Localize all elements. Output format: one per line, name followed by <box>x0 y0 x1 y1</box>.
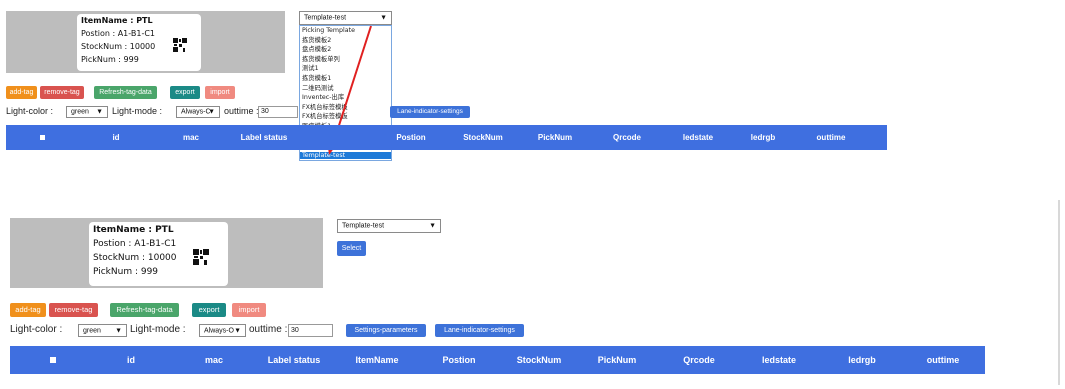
preview-stock-num: StockNum : 10000 <box>93 253 177 263</box>
light-mode-select-bottom[interactable]: Always-O ▼ <box>199 324 246 337</box>
column-header-stocknum: StockNum <box>516 355 562 365</box>
template-select-value: Template-test <box>342 222 385 230</box>
add-tag-button[interactable]: add-tag <box>6 86 37 99</box>
export-button[interactable]: export <box>170 86 200 99</box>
column-header-picknum: PickNum <box>537 133 573 142</box>
light-mode-select-top[interactable]: Always-C ▼ <box>176 106 220 118</box>
preview-pick-num: PickNum : 999 <box>93 267 159 277</box>
light-color-value: green <box>83 327 101 334</box>
remove-tag-button[interactable]: remove-tag <box>49 303 98 317</box>
light-color-label: Light-color : <box>6 106 54 116</box>
column-header-id: id <box>112 133 120 142</box>
light-color-select-top[interactable]: green ▼ <box>66 106 108 118</box>
column-header-stocknum: StockNum <box>463 133 503 142</box>
light-mode-label: Light-mode : <box>112 106 163 116</box>
preview-stock-num: StockNum : 10000 <box>81 42 156 51</box>
lane-indicator-settings-button-top[interactable]: Lane-indicator-settings <box>390 106 470 118</box>
column-header-label-status: Label status <box>240 133 288 142</box>
column-header-mac: mac <box>182 133 199 142</box>
qrcode-icon <box>173 38 187 52</box>
scrollbar[interactable] <box>1058 200 1060 385</box>
select-all-checkbox[interactable] <box>40 135 45 140</box>
column-header-id: id <box>127 355 135 365</box>
import-button[interactable]: import <box>232 303 266 317</box>
remove-tag-button[interactable]: remove-tag <box>40 86 84 99</box>
lane-indicator-settings-button-bottom[interactable]: Lane-indicator-settings <box>435 324 524 337</box>
light-color-label: Light-color : <box>10 324 63 335</box>
outtime-label: outtime : <box>224 106 259 116</box>
light-mode-value: Always-C <box>181 108 211 116</box>
chevron-down-icon: ▼ <box>234 327 241 334</box>
outtime-input-top[interactable]: 30 <box>258 106 298 118</box>
preview-position: Postion : A1-B1-C1 <box>93 239 177 249</box>
chevron-down-icon: ▼ <box>208 108 215 116</box>
column-header-position: Postion <box>442 355 476 365</box>
table-header-bottom: id mac Label status ItemName Postion Sto… <box>10 346 985 374</box>
import-button[interactable]: import <box>205 86 235 99</box>
chevron-down-icon: ▼ <box>96 108 103 116</box>
template-select-bottom[interactable]: Template-test ▼ <box>337 219 441 233</box>
column-header-outtime: outtime <box>926 355 960 365</box>
column-header-qrcode: Qrcode <box>683 355 715 365</box>
qrcode-icon <box>193 249 209 265</box>
settings-parameters-button[interactable]: Settings-parameters <box>346 324 426 337</box>
light-mode-label: Light-mode : <box>130 324 186 335</box>
preview-item-name: ItemName : PTL <box>93 225 174 235</box>
preview-position: Postion : A1-B1-C1 <box>81 29 156 38</box>
tag-preview-card: ItemName : PTL Postion : A1-B1-C1 StockN… <box>77 14 201 71</box>
tag-preview-card: ItemName : PTL Postion : A1-B1-C1 StockN… <box>89 222 228 286</box>
column-header-qrcode: Qrcode <box>612 133 641 142</box>
chevron-down-icon: ▼ <box>115 327 122 334</box>
light-color-select-bottom[interactable]: green ▼ <box>78 324 127 337</box>
export-button[interactable]: export <box>192 303 226 317</box>
add-tag-button[interactable]: add-tag <box>10 303 46 317</box>
preview-item-name: ItemName : PTL <box>81 16 153 25</box>
tag-preview-bottom: ItemName : PTL Postion : A1-B1-C1 StockN… <box>10 218 323 288</box>
refresh-tag-data-button[interactable]: Refresh-tag-data <box>110 303 179 317</box>
column-header-ledstate: ledstate <box>682 133 714 142</box>
outtime-input-bottom[interactable]: 30 <box>288 324 333 337</box>
column-header-outtime: outtime <box>816 133 846 142</box>
column-header-ledrgb: ledrgb <box>750 133 776 142</box>
column-header-mac: mac <box>204 355 223 365</box>
table-header-top: id mac Label status Postion StockNum Pic… <box>6 125 887 150</box>
column-header-ledrgb: ledrgb <box>848 355 876 365</box>
column-header-itemname: ItemName <box>355 355 399 365</box>
column-header-picknum: PickNum <box>597 355 637 365</box>
column-header-label-status: Label status <box>267 355 321 365</box>
light-mode-value: Always-O <box>204 327 234 334</box>
outtime-label: outtime : <box>249 324 288 335</box>
select-all-checkbox[interactable] <box>50 357 56 363</box>
select-button[interactable]: Select <box>337 241 366 256</box>
refresh-tag-data-button[interactable]: Refresh-tag-data <box>94 86 157 99</box>
preview-pick-num: PickNum : 999 <box>81 55 139 64</box>
chevron-down-icon: ▼ <box>429 222 436 230</box>
column-header-ledstate: ledstate <box>761 355 796 365</box>
column-header-position: Postion <box>396 133 426 142</box>
light-color-value: green <box>71 108 89 116</box>
tag-preview-top: ItemName : PTL Postion : A1-B1-C1 StockN… <box>6 11 285 73</box>
